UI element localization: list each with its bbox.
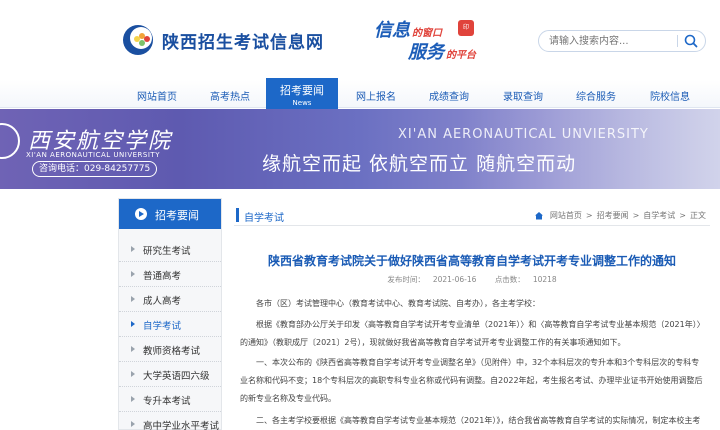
publish-info: 发布时间： 2021-06-16 [387,275,477,284]
sidebar-item-cet[interactable]: 大学英语四六级 [119,362,221,387]
site-slogan: 信息 的窗口 印 服务 的平台 [370,14,490,64]
main-content: 自学考试 网站首页 > 招考要闻 > 自学考试 > 正文 陕西省教育考试院关于做… [234,198,710,430]
slogan-line-2: 服务 的平台 [408,42,476,63]
breadcrumb-news[interactable]: 招考要闻 [597,210,629,221]
site-logo[interactable]: 陕西招生考试信息网 [120,20,324,60]
article-paragraph-4: 二、各主考学校要根据《高等教育自学考试专业基本规范（2021年）》，结合我省高等… [256,416,701,425]
nav-news-active[interactable]: 招考要闻 News [266,78,338,109]
sidebar-title: 招考要闻 [155,209,199,222]
breadcrumb-self-study[interactable]: 自学考试 [643,210,675,221]
banner-university-en: XI'AN AERONAUTICAL UNVIERSITY [398,127,649,142]
arrow-right-icon [131,371,135,377]
breadcrumb-separator: > [585,211,593,220]
university-banner[interactable]: 西安航空学院 XI'AN AERONAUTICAL UNIVERSITY 咨询电… [0,109,720,189]
site-name: 陕西招生考试信息网 [162,32,324,53]
arrow-right-icon [131,421,135,427]
section-header: 自学考试 网站首页 > 招考要闻 > 自学考试 > 正文 [234,204,710,226]
sidebar-item-label: 成人高考 [143,296,182,307]
nav-school-info[interactable]: 院校信息 [650,88,690,103]
click-count-info: 点击数： 10218 [494,275,557,284]
nav-news-label: 招考要闻 [280,84,324,97]
slogan-stamp-icon: 印 [458,20,474,36]
breadcrumb-separator: > [632,211,640,220]
sidebar-item-label: 研究生考试 [143,246,191,257]
sidebar-header: 招考要闻 [119,199,221,229]
sidebar-item-label: 自学考试 [143,321,182,332]
breadcrumb-separator: > [679,211,686,220]
nav-news-sublabel: News [292,99,312,107]
arrow-right-icon [131,321,135,327]
sidebar-item-label: 普通高考 [143,271,182,282]
article-paragraph-1: 各市（区）考试管理中心（教育考试中心、教育考试院、自考办），各主考学校： [256,299,540,308]
sidebar-item-self-study-exam[interactable]: 自学考试 [119,312,221,337]
nav-hot-topics[interactable]: 高考热点 [210,88,250,103]
home-icon [534,211,544,220]
sidebar-item-academic-level-exam[interactable]: 高中学业水平考试 [119,412,221,430]
breadcrumb-current: 正文 [690,211,706,220]
search-divider [677,35,678,47]
search-button[interactable] [682,33,700,49]
main-nav: 网站首页 高考热点 网上报名 成绩查询 录取查询 综合服务 院校信息 [0,80,720,108]
section-title: 自学考试 [244,213,284,224]
sidebar-item-graduate-exam[interactable]: 研究生考试 [119,237,221,262]
sidebar-item-teacher-qualification[interactable]: 教师资格考试 [119,337,221,362]
sidebar: 招考要闻 研究生考试 普通高考 成人高考 自学考试 教师资格考试 大学英语四六级… [118,198,222,430]
nav-score-query[interactable]: 成绩查询 [429,88,469,103]
arrow-right-icon [131,346,135,352]
sidebar-item-label: 专升本考试 [143,396,191,407]
nav-home[interactable]: 网站首页 [137,88,177,103]
arrow-right-icon [131,271,135,277]
sidebar-item-gaokao[interactable]: 普通高考 [119,262,221,287]
sidebar-item-label: 高中学业水平考试 [143,421,220,430]
nav-admission-query[interactable]: 录取查询 [503,88,543,103]
arrow-right-icon [131,296,135,302]
breadcrumb-home[interactable]: 网站首页 [550,210,582,221]
sidebar-item-adult-exam[interactable]: 成人高考 [119,287,221,312]
banner-motto: 缘航空而起 依航空而立 随航空而动 [262,153,577,175]
university-emblem-icon [0,123,20,159]
banner-phone: 咨询电话：029-84257775 [32,161,158,177]
sidebar-item-label: 教师资格考试 [143,346,201,357]
search-box [538,30,706,52]
arrow-right-icon [131,396,135,402]
sidebar-item-upgrade-exam[interactable]: 专升本考试 [119,387,221,412]
article-title: 陕西省教育考试院关于做好陕西省高等教育自学考试开考专业调整工作的通知 [267,254,676,268]
site-header: 陕西招生考试信息网 信息 的窗口 印 服务 的平台 [0,0,720,80]
search-icon [684,34,698,48]
article-meta: 发布时间： 2021-06-16 点击数： 10218 [234,274,710,285]
breadcrumb: 网站首页 > 招考要闻 > 自学考试 > 正文 [534,210,706,221]
arrow-right-icon [131,246,135,252]
article-paragraph-2: 根据《教育部办公厅关于印发〈高等教育自学考试开考专业清单（2021年）〉和〈高等… [240,320,705,347]
nav-services[interactable]: 综合服务 [576,88,616,103]
sidebar-item-label: 大学英语四六级 [143,371,210,382]
banner-university-en-small: XI'AN AERONAUTICAL UNIVERSITY [26,151,160,159]
play-circle-icon [135,208,147,220]
search-input[interactable] [549,33,671,49]
site-logo-icon [120,22,156,58]
article-paragraph-3: 一、本次公布的《陕西省高等教育自学考试开考专业调整名单》（见附件）中，32个本科… [240,358,703,403]
section-marker [236,208,239,222]
nav-online-registration[interactable]: 网上报名 [356,88,396,103]
